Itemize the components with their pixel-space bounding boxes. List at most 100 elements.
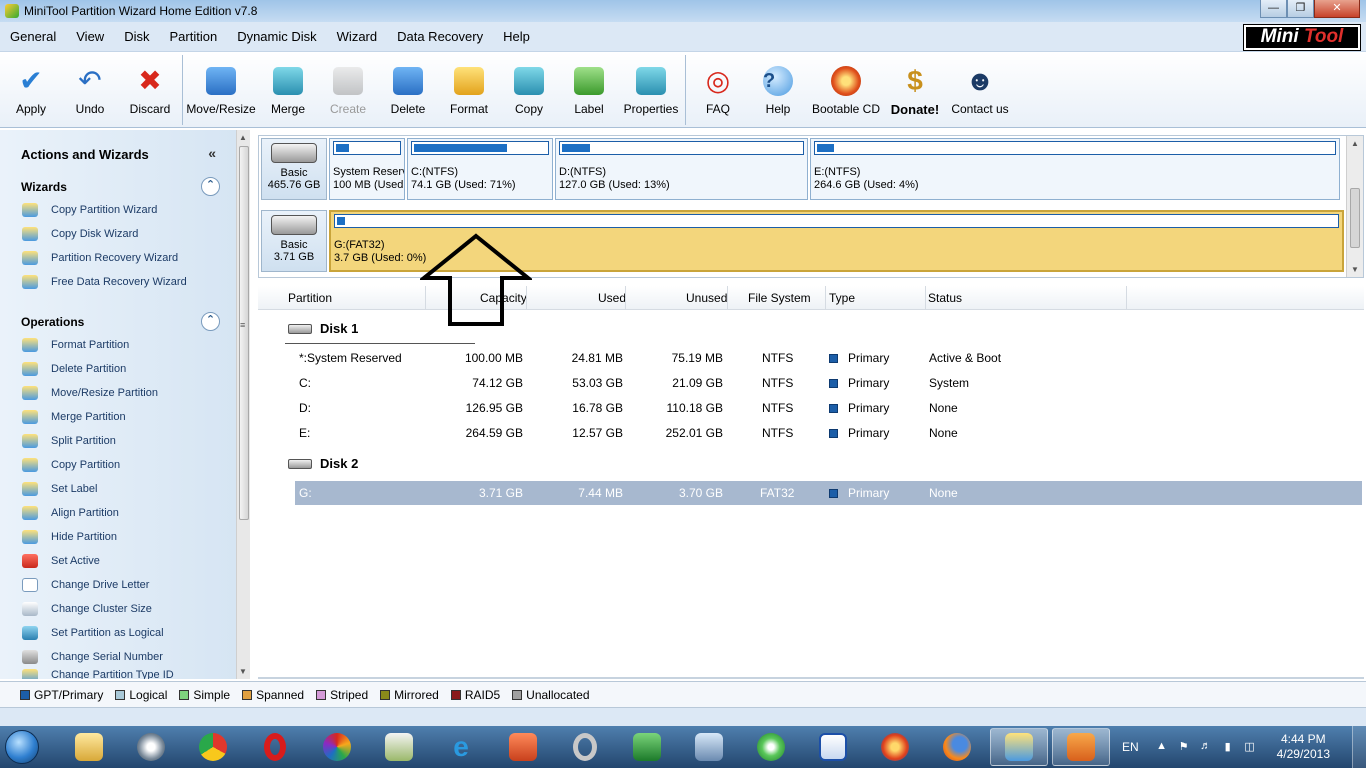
op-split-partition[interactable]: Split Partition — [0, 429, 236, 453]
minimize-button[interactable]: — — [1260, 0, 1287, 18]
scroll-up-arrow-icon[interactable]: ▲ — [1351, 139, 1359, 148]
wizard-copy-disk[interactable]: Copy Disk Wizard — [0, 222, 236, 246]
taskbar-word[interactable] — [804, 728, 862, 766]
close-button[interactable]: ✕ — [1314, 0, 1360, 18]
donate-button[interactable]: $ Donate! — [884, 52, 946, 117]
op-delete-partition[interactable]: Delete Partition — [0, 357, 236, 381]
op-merge-partition[interactable]: Merge Partition — [0, 405, 236, 429]
partition-block-d[interactable]: D:(NTFS) 127.0 GB (Used: 13%) — [555, 138, 808, 200]
col-status[interactable]: Status — [928, 291, 962, 305]
partition-block-e[interactable]: E:(NTFS) 264.6 GB (Used: 4%) — [810, 138, 1340, 200]
col-unused[interactable]: Unused — [686, 291, 727, 305]
op-move-resize-partition[interactable]: Move/Resize Partition — [0, 381, 236, 405]
op-copy-partition[interactable]: Copy Partition — [0, 453, 236, 477]
faq-button[interactable]: ◎ FAQ — [688, 52, 748, 116]
menu-wizard[interactable]: Wizard — [327, 29, 387, 44]
col-used[interactable]: Used — [598, 291, 626, 305]
taskbar-java[interactable] — [1052, 728, 1110, 766]
menu-view[interactable]: View — [66, 29, 114, 44]
table-row-selected[interactable]: G: 3.71 GB 7.44 MB 3.70 GB FAT32 Primary… — [295, 481, 1362, 505]
op-change-drive-letter[interactable]: Change Drive Letter — [0, 573, 236, 597]
op-set-partition-logical[interactable]: Set Partition as Logical — [0, 621, 236, 645]
language-indicator[interactable]: EN — [1122, 740, 1139, 754]
collapse-panel-icon[interactable]: « — [208, 145, 216, 161]
menu-data-recovery[interactable]: Data Recovery — [387, 29, 493, 44]
menu-dynamic-disk[interactable]: Dynamic Disk — [227, 29, 326, 44]
taskbar-tool[interactable] — [556, 728, 614, 766]
op-set-label[interactable]: Set Label — [0, 477, 236, 501]
operations-collapse-icon[interactable]: ⌃ — [201, 312, 220, 331]
discard-button[interactable]: ✖ Discard — [120, 52, 180, 116]
taskbar-firefox[interactable] — [928, 728, 986, 766]
taskbar-app[interactable] — [866, 728, 924, 766]
op-hide-partition[interactable]: Hide Partition — [0, 525, 236, 549]
table-row[interactable]: D: 126.95 GB 16.78 GB 110.18 GB NTFS Pri… — [258, 396, 1364, 420]
taskbar-settings[interactable] — [680, 728, 738, 766]
taskbar-media[interactable] — [122, 728, 180, 766]
taskbar-opera[interactable] — [246, 728, 304, 766]
wizard-free-data-recovery[interactable]: Free Data Recovery Wizard — [0, 270, 236, 294]
scroll-up-arrow-icon[interactable]: ▲ — [239, 133, 247, 142]
op-set-active[interactable]: Set Active — [0, 549, 236, 573]
menu-partition[interactable]: Partition — [159, 29, 227, 44]
taskbar-picasa[interactable] — [308, 728, 366, 766]
maximize-button[interactable]: ❐ — [1287, 0, 1314, 18]
merge-button[interactable]: Merge — [257, 52, 319, 116]
scrollbar-thumb[interactable] — [1350, 188, 1360, 248]
op-align-partition[interactable]: Align Partition — [0, 501, 236, 525]
scroll-down-arrow-icon[interactable]: ▼ — [1351, 265, 1359, 274]
panel-scrollbar[interactable]: ▲ ≡ ▼ — [236, 130, 250, 679]
disk1-group-label[interactable]: Disk 1 — [288, 321, 358, 336]
show-hidden-icons-icon[interactable]: ▲ — [1155, 740, 1169, 754]
taskbar-partition-wizard[interactable] — [990, 728, 1048, 766]
clock[interactable]: 4:44 PM 4/29/2013 — [1277, 732, 1330, 762]
apply-button[interactable]: ✔ Apply — [2, 52, 60, 116]
diskmap-scrollbar[interactable]: ▲ ▼ — [1346, 136, 1363, 277]
bootable-cd-button[interactable]: Bootable CD — [808, 52, 884, 116]
scroll-down-arrow-icon[interactable]: ▼ — [239, 667, 247, 676]
op-change-cluster-size[interactable]: Change Cluster Size — [0, 597, 236, 621]
label-button[interactable]: Label — [559, 52, 619, 116]
menu-general[interactable]: General — [0, 29, 66, 44]
wizard-partition-recovery[interactable]: Partition Recovery Wizard — [0, 246, 236, 270]
col-type[interactable]: Type — [829, 291, 855, 305]
disk1-info[interactable]: Basic 465.76 GB — [261, 138, 327, 200]
network-signal-icon[interactable]: ▮ — [1221, 740, 1235, 754]
taskbar-paint[interactable] — [370, 728, 428, 766]
op-change-partition-type-id[interactable]: Change Partition Type ID — [0, 669, 236, 679]
disk2-info[interactable]: Basic 3.71 GB — [261, 210, 327, 272]
disk2-group-label[interactable]: Disk 2 — [288, 456, 358, 471]
taskbar-green-app[interactable] — [742, 728, 800, 766]
menu-help[interactable]: Help — [493, 29, 540, 44]
format-button[interactable]: Format — [439, 52, 499, 116]
taskbar-powerpoint[interactable] — [494, 728, 552, 766]
undo-button[interactable]: ↶ Undo — [60, 52, 120, 116]
volume-icon[interactable]: ♬ — [1199, 740, 1213, 754]
table-row[interactable]: C: 74.12 GB 53.03 GB 21.09 GB NTFS Prima… — [258, 371, 1364, 395]
show-desktop-button[interactable] — [1352, 726, 1366, 768]
properties-button[interactable]: Properties — [619, 52, 683, 116]
battery-icon[interactable]: ◫ — [1243, 740, 1257, 754]
partition-block-c[interactable]: C:(NTFS) 74.1 GB (Used: 71%) — [407, 138, 553, 200]
col-file-system[interactable]: File System — [748, 291, 811, 305]
move-resize-button[interactable]: Move/Resize — [185, 52, 257, 116]
menu-disk[interactable]: Disk — [114, 29, 159, 44]
partition-block-system-reserved[interactable]: System Reserv 100 MB (Used: — [329, 138, 405, 200]
taskbar-explorer[interactable] — [60, 728, 118, 766]
taskbar-chrome[interactable] — [184, 728, 242, 766]
action-center-flag-icon[interactable]: ⚑ — [1177, 740, 1191, 754]
contact-us-button[interactable]: ☻ Contact us — [946, 52, 1014, 116]
create-button[interactable]: Create — [319, 52, 377, 116]
taskbar-excel[interactable] — [618, 728, 676, 766]
taskbar-ie[interactable]: e — [432, 728, 490, 766]
copy-button[interactable]: Copy — [499, 52, 559, 116]
wizard-copy-partition[interactable]: Copy Partition Wizard — [0, 198, 236, 222]
table-row[interactable]: E: 264.59 GB 12.57 GB 252.01 GB NTFS Pri… — [258, 421, 1364, 445]
delete-button[interactable]: Delete — [377, 52, 439, 116]
col-partition[interactable]: Partition — [288, 291, 332, 305]
op-change-serial-number[interactable]: Change Serial Number — [0, 645, 236, 669]
help-button[interactable]: ? Help — [748, 52, 808, 116]
wizards-collapse-icon[interactable]: ⌃ — [201, 177, 220, 196]
table-row[interactable]: *:System Reserved 100.00 MB 24.81 MB 75.… — [258, 346, 1364, 370]
start-button[interactable] — [0, 726, 44, 768]
